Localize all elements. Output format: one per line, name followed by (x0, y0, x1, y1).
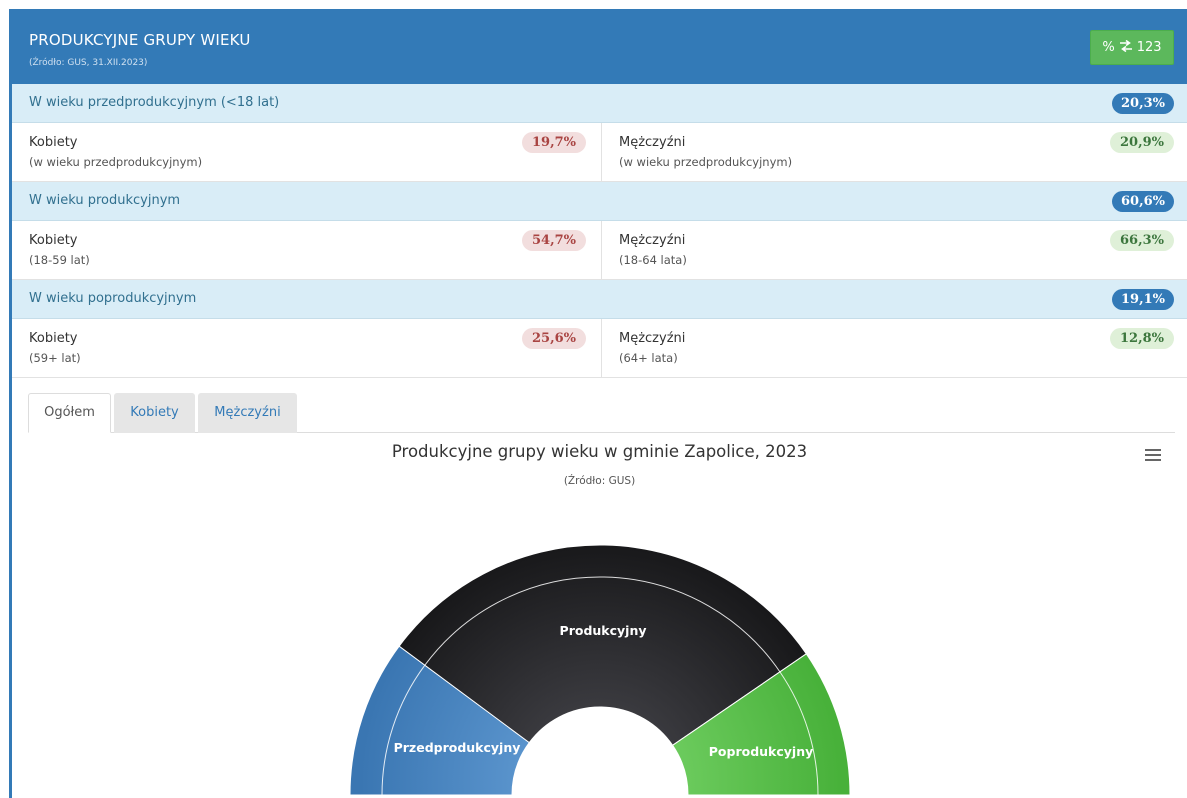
label-poprodukcyjny: Poprodukcyjny (709, 744, 814, 759)
label-produkcyjny: Produkcyjny (560, 623, 647, 638)
label-przedprodukcyjny: Przedprodukcyjny (394, 740, 521, 755)
widget-frame: PRODUKCYJNE GRUPY WIEKU (Źródło: GUS, 31… (9, 9, 1187, 798)
semi-donut-chart: Przedprodukcyjny Produkcyjny Poprodukcyjny (349, 544, 851, 796)
